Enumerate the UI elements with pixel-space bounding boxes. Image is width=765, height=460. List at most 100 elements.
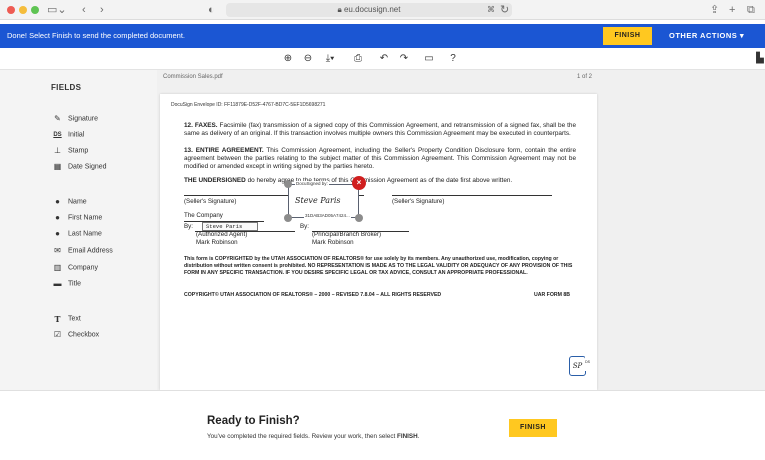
resize-handle-bottom-left[interactable] <box>284 214 292 222</box>
copyright-notice: This form is COPYRIGHTED by the UTAH ASS… <box>184 256 573 276</box>
resize-handle-bottom-right[interactable] <box>355 214 363 222</box>
finish-button-bottom[interactable]: FINISH <box>509 419 557 437</box>
signature-icon: ✎ <box>54 114 61 123</box>
principal-broker: (Principal/Branch Broker) <box>312 231 382 238</box>
fields-sidebar: FIELDS ✎ Signature DS Initial ⊥ Stamp ▦ Date… <box>0 70 157 390</box>
banner-message: Done! Select Finish to send the complete… <box>7 31 186 40</box>
field-label: First Name <box>68 214 103 222</box>
rotate-left-icon[interactable]: ↶ <box>376 51 392 67</box>
help-icon[interactable]: ? <box>445 51 461 67</box>
document-viewer[interactable]: Commission Sales.pdf 1 of 2 DocuSign Env… <box>157 70 765 390</box>
new-tab-icon[interactable]: + <box>729 2 735 18</box>
field-checkbox[interactable]: ☑ Checkbox <box>52 329 99 341</box>
field-initial[interactable]: DS Initial <box>52 129 84 141</box>
field-label: Text <box>68 315 81 323</box>
signature-value: Steve Paris <box>295 196 341 205</box>
field-label: Stamp <box>68 147 89 155</box>
field-label: Checkbox <box>68 331 100 339</box>
authorized-agent: (Authorized Agent) <box>196 231 248 238</box>
company-icon: ▥ <box>53 263 62 272</box>
document-page: DocuSign Envelope ID: FF11879E-D52F-4767… <box>160 94 597 390</box>
field-label: Email Address <box>68 247 113 255</box>
shield-icon[interactable]: ◐ <box>208 2 215 18</box>
fields-title: FIELDS <box>51 83 82 92</box>
by-left: By: <box>184 223 193 230</box>
field-first-name[interactable]: ● First Name <box>52 212 102 224</box>
field-company[interactable]: ▥ Company <box>52 262 98 274</box>
text-icon: T <box>54 314 61 324</box>
paragraph-heading: 13. ENTIRE AGREEMENT. <box>184 147 264 154</box>
zoom-in-icon[interactable]: ⊕ <box>280 51 296 67</box>
field-last-name[interactable]: ● Last Name <box>52 228 102 240</box>
close-window-button[interactable] <box>7 6 15 14</box>
calendar-icon: ▦ <box>53 162 62 171</box>
field-stamp[interactable]: ⊥ Stamp <box>52 145 88 157</box>
finish-button[interactable]: FINISH <box>603 27 652 45</box>
paragraph-entire-agreement: 13. ENTIRE AGREEMENT. This Commission Ag… <box>184 147 576 171</box>
paragraph-text: Facsimile (fax) transmission of a signed… <box>184 122 577 137</box>
comment-icon[interactable]: ▭ <box>421 51 437 67</box>
broker-name: Mark Robinson <box>312 239 354 246</box>
tabs-overview-icon[interactable]: ⧉ <box>747 2 755 18</box>
form-code: UAR FORM 8B <box>534 292 571 298</box>
docusigned-label: DocuSigned by: <box>295 181 329 186</box>
subtitle-bold: FINISH <box>396 433 418 440</box>
field-text[interactable]: T Text <box>52 313 81 325</box>
field-date-signed[interactable]: ▦ Date Signed <box>52 161 107 173</box>
sellers-signature-left: (Seller's Signature) <box>184 198 237 205</box>
person-icon: ● <box>55 229 60 238</box>
ready-to-finish-bar: Ready to Finish? You've completed the re… <box>0 390 765 460</box>
resize-handle-top-left[interactable] <box>284 180 292 188</box>
person-icon: ● <box>55 213 60 222</box>
briefcase-icon: ▬ <box>53 279 62 288</box>
minimize-window-button[interactable] <box>19 6 27 14</box>
email-icon: ✉ <box>54 246 61 255</box>
download-icon[interactable]: ⤓▾ <box>322 51 338 67</box>
initials-field[interactable]: DS SP <box>569 353 590 376</box>
signature-field[interactable]: DocuSigned by: Steve Paris 31DAB3AD05A74… <box>288 181 359 218</box>
sidebar-toggle-icon[interactable]: ▭⌄ <box>47 2 67 18</box>
zoom-out-icon[interactable]: ⊖ <box>300 51 316 67</box>
signature-line-right <box>392 195 552 196</box>
initials-value: SP <box>572 362 583 370</box>
document-name: Commission Sales.pdf <box>163 74 223 80</box>
url-bar[interactable]: 🔒︎ eu.docusign.net <box>226 3 512 17</box>
field-email-address[interactable]: ✉ Email Address <box>52 245 113 257</box>
stamp-icon: ⊥ <box>54 146 61 155</box>
field-signature[interactable]: ✎ Signature <box>52 113 98 125</box>
panel-toggle-icon[interactable]: ▙ <box>752 51 765 67</box>
field-label: Title <box>68 280 81 288</box>
field-title[interactable]: ▬ Title <box>52 278 81 290</box>
paragraph-heading: 12. FAXES. <box>184 122 218 129</box>
print-icon[interactable]: ⎙ <box>350 51 366 67</box>
delete-field-button[interactable]: × <box>352 176 366 190</box>
ready-title: Ready to Finish? <box>207 415 300 427</box>
checkbox-icon: ☑ <box>53 330 62 339</box>
document-toolbar: ⊕ ⊖ ⤓▾ ⎙ ↶ ↷ ▭ ? ▙ <box>0 48 765 70</box>
url-text: eu.docusign.net <box>343 5 401 14</box>
translate-icon[interactable]: ⌘ <box>487 2 495 18</box>
rotate-right-icon[interactable]: ↷ <box>396 51 412 67</box>
field-label: Last Name <box>68 230 102 238</box>
name-field[interactable]: Steve Paris <box>202 222 258 231</box>
initial-icon: DS <box>53 132 62 138</box>
field-name[interactable]: ● Name <box>52 196 87 208</box>
paragraph-heading: THE UNDERSIGNED <box>184 177 246 184</box>
signature-envelope-code: 31DAB3AD05A7424... <box>304 213 351 218</box>
sellers-signature-right: (Seller's Signature) <box>392 198 445 205</box>
field-label: Date Signed <box>68 163 107 171</box>
field-label: Name <box>68 198 87 206</box>
field-label: Company <box>68 264 98 272</box>
agent-name: Mark Robinson <box>196 239 238 246</box>
share-icon[interactable]: ⇪ <box>710 2 719 18</box>
paragraph-faxes: 12. FAXES. Facsimile (fax) transmission … <box>184 122 576 138</box>
back-icon[interactable]: ‹ <box>82 2 86 18</box>
other-actions-menu[interactable]: OTHER ACTIONS ▾ <box>669 24 744 48</box>
completion-banner: Done! Select Finish to send the complete… <box>0 24 765 48</box>
person-icon: ● <box>55 197 60 206</box>
maximize-window-button[interactable] <box>31 6 39 14</box>
forward-icon[interactable]: › <box>100 2 104 18</box>
page-count: 1 of 2 <box>577 74 593 80</box>
ready-subtitle: You've completed the required fields. Re… <box>207 433 419 440</box>
reload-icon[interactable]: ↻ <box>500 2 509 18</box>
